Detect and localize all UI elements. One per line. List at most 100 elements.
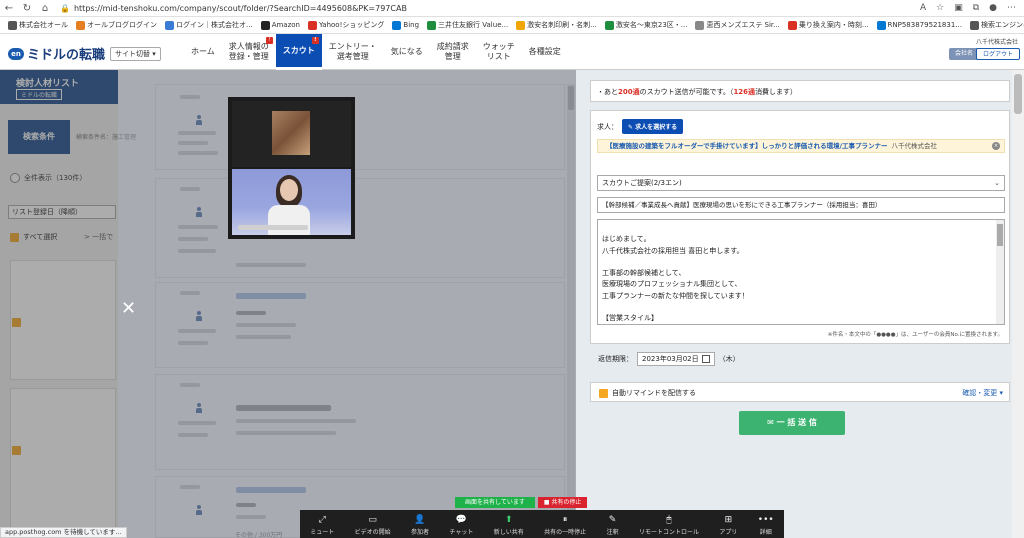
zoom-button-icon: ▭ [368, 515, 377, 525]
bookmark-item[interactable]: 激安名～東京23区・... [604, 20, 687, 30]
read-aloud-icon[interactable]: A [920, 3, 926, 13]
bookmark-item[interactable]: 恵西メンズエステ Sir... [695, 20, 780, 30]
logo-text: ミドルの転職 [27, 48, 106, 63]
select-job-button[interactable]: ✎ 求人を選択する [622, 119, 684, 134]
nav-item[interactable]: 気になる [384, 34, 430, 70]
deadline-date-input[interactable]: 2023年03月02日 [637, 352, 715, 366]
bookmark-item[interactable]: 激安名刺印刷・名刺... [516, 20, 597, 30]
auto-remind-checkbox[interactable]: 自動リマインドを配信する [599, 388, 696, 398]
textarea-scrollbar[interactable] [996, 220, 1004, 324]
bookmark-item[interactable]: Yahoo!ショッピング [307, 20, 384, 30]
template-select[interactable]: スカウトご提案(2/3エン) ⌄ [597, 175, 1005, 191]
sharing-indicator[interactable]: 画面を共有しています [455, 497, 535, 508]
notification-badge: ! [311, 37, 319, 44]
global-nav: ホーム 求人情報の 登録・管理! スカウト! エントリー・ 選考管理 気になる 成約請求 … [184, 34, 568, 70]
zoom-button[interactable]: ••• 詳細 [758, 515, 774, 536]
nav-item[interactable]: スカウト! [275, 34, 322, 70]
company-name: 八千代株式会社 [975, 39, 1018, 46]
zoom-button-icon: ⬆ [504, 515, 513, 525]
subject-input[interactable]: 【幹部候補／事業成長へ貢献】医療現場の思いを形にできる工事プランナー（採用担当：… [597, 197, 1005, 213]
zoom-button[interactable]: ▭ ビデオの開始 [355, 515, 391, 536]
browser-address-bar: ← ↻ ⌂ 🔒 https://mid-tenshoku.com/company/… [0, 0, 1024, 17]
zoom-button[interactable]: ✎ 注釈 [607, 515, 619, 536]
zoom-button-icon: 🖱 [666, 515, 672, 525]
logo-badge: en [8, 47, 24, 60]
bookmark-item[interactable]: Amazon [260, 20, 300, 30]
zoom-button[interactable]: 👤 参加者 [411, 515, 429, 536]
bookmarks-bar: 株式会社オール オールブログログイン ログイン｜株式会社オ... Amazon Yaho… [0, 17, 1024, 34]
site-switch-button[interactable]: サイト切替 ▾ [110, 47, 161, 61]
bookmark-favicon-icon [427, 20, 437, 30]
zoom-button-icon: ✎ [608, 515, 617, 525]
zoom-button-icon: ⏸ [562, 515, 568, 525]
scout-panel: ・あと200通のスカウト送信が可能です。（126通消費します） 求人： ✎ 求人… [576, 70, 1024, 538]
chevron-down-icon: ⌄ [994, 179, 1000, 187]
auto-remind-row: 自動リマインドを配信する 確認・変更 ▾ [590, 382, 1010, 402]
bookmark-favicon-icon [307, 20, 317, 30]
bookmark-favicon-icon [787, 20, 797, 30]
video-panel [228, 97, 355, 239]
more-icon[interactable]: ⋯ [1007, 3, 1016, 13]
bookmark-item[interactable]: RNP583879521831... [876, 20, 962, 30]
logout-button[interactable]: ログアウト [975, 48, 1020, 60]
nav-item[interactable]: 成約請求 管理 [430, 34, 476, 70]
zoom-button-icon: ⊞ [724, 515, 733, 525]
nav-item[interactable]: ウォッチ リスト [476, 34, 522, 70]
stop-share-button[interactable]: ■ 共有の停止 [537, 497, 588, 508]
back-icon[interactable]: ← [0, 3, 18, 14]
bookmark-favicon-icon [8, 20, 17, 30]
reload-icon[interactable]: ↻ [18, 3, 36, 14]
nav-item[interactable]: 求人情報の 登録・管理! [222, 34, 276, 70]
collections-icon[interactable]: ▣ [954, 3, 963, 13]
nav-item[interactable]: 各種設定 [522, 34, 568, 70]
bookmark-favicon-icon [969, 20, 979, 30]
browser-status: app.posthog.com を待機しています... [0, 527, 127, 538]
url-field[interactable]: 🔒 https://mid-tenshoku.com/company/scout/… [60, 4, 920, 13]
page-scrollbar[interactable] [1012, 70, 1024, 538]
zoom-button[interactable]: ⏸ 共有の一時停止 [544, 515, 586, 536]
bookmark-favicon-icon [604, 20, 614, 30]
bookmark-favicon-icon [165, 20, 174, 30]
site-logo[interactable]: en ミドルの転職 [8, 44, 105, 63]
bookmark-favicon-icon [516, 20, 526, 30]
checkbox-icon [599, 388, 608, 398]
zoom-toolbar: ⤢ ミュート ▭ ビデオの開始 👤 参加者 💬 チャット ⬆ 新しい共有 ⏸ 共有の一時停止 ✎ 注釈 🖱 リ… [300, 510, 784, 538]
zoom-button-icon: 👤 [414, 515, 426, 525]
calendar-icon[interactable] [701, 355, 710, 363]
bookmark-favicon-icon [392, 20, 402, 30]
favorite-icon[interactable]: ☆ [936, 3, 944, 13]
bookmark-item[interactable]: 乗り換え案内・時刻... [787, 20, 869, 30]
message-body-textarea[interactable]: はじめまして。 八千代株式会社の採用担当 喜田と申します。 工事部の幹部候補とし… [597, 219, 1005, 325]
remind-settings-link[interactable]: 確認・変更 ▾ [962, 388, 1003, 398]
nav-item[interactable]: エントリー・ 選考管理 [322, 34, 384, 70]
bookmark-favicon-icon [876, 20, 886, 30]
zoom-button-icon: ••• [757, 515, 774, 525]
remove-job-icon[interactable]: × [992, 142, 1000, 150]
bookmark-item[interactable]: ログイン｜株式会社オ... [165, 20, 253, 30]
scout-notice: ・あと200通のスカウト送信が可能です。（126通消費します） [590, 80, 1010, 102]
site-header: en ミドルの転職 サイト切替 ▾ ホーム 求人情報の 登録・管理! スカウト! エン… [0, 34, 1024, 70]
extensions-icon[interactable]: ⧉ [973, 3, 979, 13]
zoom-button[interactable]: 💬 チャット [449, 515, 473, 536]
close-icon[interactable]: ✕ [121, 298, 136, 319]
zoom-button[interactable]: ⤢ ミュート [310, 515, 334, 536]
zoom-button[interactable]: ⊞ アプリ [719, 515, 737, 536]
notification-badge: ! [265, 37, 273, 44]
video-tile [232, 169, 351, 235]
nav-item[interactable]: ホーム [184, 34, 222, 70]
bookmark-item[interactable]: 検索エンジンに上位... [969, 20, 1024, 30]
bookmark-item[interactable]: 株式会社オール [8, 20, 68, 30]
share-status-bar: 画面を共有しています ■ 共有の停止 [455, 497, 588, 508]
bookmark-item[interactable]: 三井住友銀行 Value... [427, 20, 508, 30]
zoom-button[interactable]: ⬆ 新しい共有 [494, 515, 524, 536]
bookmark-item[interactable]: オールブログログイン [76, 20, 157, 30]
profile-icon[interactable]: ● [989, 3, 997, 13]
zoom-button[interactable]: 🖱 リモートコントロール [639, 515, 699, 536]
scout-form: 求人： ✎ 求人を選択する 【医療施設の建築をフルオーダーで手掛けています】しっ… [590, 110, 1010, 344]
zoom-button-icon: ⤢ [318, 515, 326, 525]
company-button[interactable]: 会社名 [948, 48, 979, 60]
home-icon[interactable]: ⌂ [36, 3, 54, 14]
bookmark-item[interactable]: Bing [392, 20, 419, 30]
selected-job: 【医療施設の建築をフルオーダーで手掛けています】しっかりと評価される環境/工事プ… [597, 139, 1005, 153]
bulk-send-button[interactable]: ✉ 一 括 送 信 [739, 411, 845, 435]
